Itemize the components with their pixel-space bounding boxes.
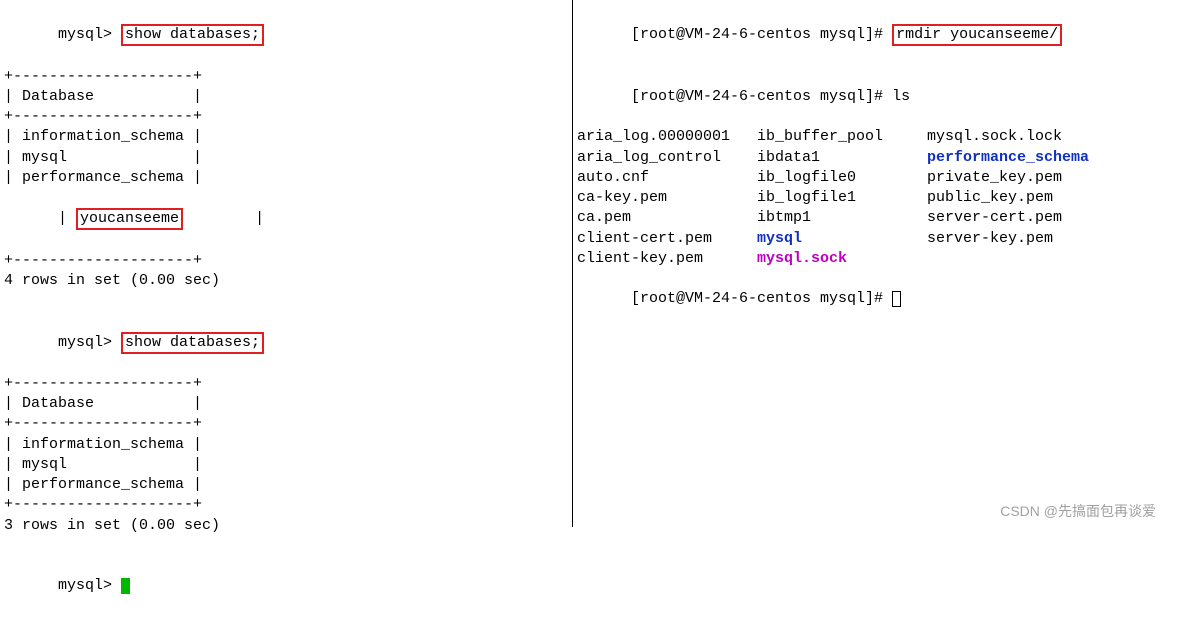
result-text-1: 4 rows in set (0.00 sec) xyxy=(4,271,568,291)
ls-file: ca.pem xyxy=(577,208,757,228)
ls-file: public_key.pem xyxy=(927,188,1127,208)
highlight-box-youcanseeme: youcanseeme xyxy=(76,208,183,230)
ls-socket-mysql-sock: mysql.sock xyxy=(757,249,927,269)
table-row: | information_schema | xyxy=(4,127,568,147)
mysql-prompt: mysql> xyxy=(58,26,121,43)
ls-file xyxy=(927,249,1127,269)
ls-file: ib_logfile1 xyxy=(757,188,927,208)
ls-dir-performance-schema: performance_schema xyxy=(927,148,1127,168)
shell-command-rmdir: rmdir youcanseeme/ xyxy=(896,26,1058,43)
shell-command-ls: ls xyxy=(892,88,910,105)
table-border: +--------------------+ xyxy=(4,251,568,271)
ls-file: server-cert.pem xyxy=(927,208,1127,228)
db-youcanseeme: youcanseeme xyxy=(80,210,179,227)
ls-file: ca-key.pem xyxy=(577,188,757,208)
table-row: | mysql | xyxy=(4,455,568,475)
ls-file: private_key.pem xyxy=(927,168,1127,188)
cursor-hollow[interactable] xyxy=(892,291,901,307)
highlight-box-show-databases-2: show databases; xyxy=(121,332,264,354)
mysql-terminal: mysql> show databases; +----------------… xyxy=(0,0,572,527)
ls-file: aria_log_control xyxy=(577,148,757,168)
highlight-box-show-databases-1: show databases; xyxy=(121,24,264,46)
table-header: | Database | xyxy=(4,87,568,107)
ls-file: server-key.pem xyxy=(927,229,1127,249)
shell-prompt: [root@VM-24-6-centos mysql]# xyxy=(631,88,892,105)
mysql-prompt: mysql> xyxy=(58,334,121,351)
table-border: +--------------------+ xyxy=(4,495,568,515)
mysql-command-1: show databases; xyxy=(125,26,260,43)
ls-file: ib_buffer_pool xyxy=(757,127,927,147)
ls-file: aria_log.00000001 xyxy=(577,127,757,147)
mysql-prompt: mysql> xyxy=(58,577,121,594)
ls-output: aria_log.00000001 ib_buffer_pool mysql.s… xyxy=(577,127,1180,269)
table-row: | mysql | xyxy=(4,148,568,168)
ls-file: mysql.sock.lock xyxy=(927,127,1127,147)
table-row: | information_schema | xyxy=(4,435,568,455)
table-border: +--------------------+ xyxy=(4,67,568,87)
watermark: CSDN @先搞面包再谈爱 xyxy=(1000,501,1156,521)
table-row-prefix: | xyxy=(58,210,76,227)
ls-file: ibdata1 xyxy=(757,148,927,168)
table-row: | performance_schema | xyxy=(4,168,568,188)
ls-file: auto.cnf xyxy=(577,168,757,188)
table-border: +--------------------+ xyxy=(4,107,568,127)
ls-dir-mysql: mysql xyxy=(757,229,927,249)
result-text-2: 3 rows in set (0.00 sec) xyxy=(4,516,568,536)
ls-file: client-cert.pem xyxy=(577,229,757,249)
ls-file: ib_logfile0 xyxy=(757,168,927,188)
shell-prompt: [root@VM-24-6-centos mysql]# xyxy=(631,26,892,43)
shell-prompt: [root@VM-24-6-centos mysql]# xyxy=(631,290,892,307)
ls-file: client-key.pem xyxy=(577,249,757,269)
cursor-green[interactable] xyxy=(121,578,130,594)
table-row-suffix: | xyxy=(183,210,264,227)
shell-terminal: [root@VM-24-6-centos mysql]# rmdir youca… xyxy=(572,0,1184,527)
table-border: +--------------------+ xyxy=(4,414,568,434)
table-row: | performance_schema | xyxy=(4,475,568,495)
ls-file: ibtmp1 xyxy=(757,208,927,228)
table-header: | Database | xyxy=(4,394,568,414)
mysql-command-2: show databases; xyxy=(125,334,260,351)
highlight-box-rmdir: rmdir youcanseeme/ xyxy=(892,24,1062,46)
table-border: +--------------------+ xyxy=(4,374,568,394)
